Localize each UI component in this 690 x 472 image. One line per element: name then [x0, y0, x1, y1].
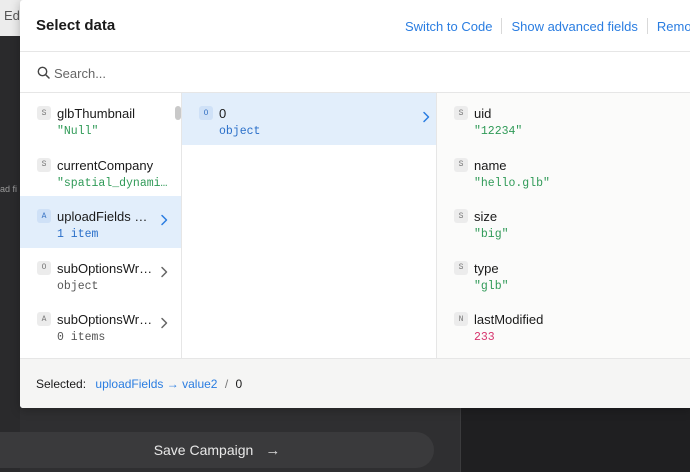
divider	[501, 18, 503, 34]
field-name: size	[474, 209, 498, 224]
type-badge: O	[37, 260, 51, 275]
data-field-item[interactable]: Stype "glb"	[437, 248, 690, 300]
data-field-item[interactable]: NlastModified 233	[437, 299, 690, 351]
select-data-modal: Select data Switch to Code Show advanced…	[20, 0, 690, 408]
data-field-item[interactable]: SglbThumbnail "Null"	[20, 93, 181, 145]
type-badge: S	[37, 106, 51, 120]
field-name: uploadFields …	[57, 209, 148, 224]
search-input[interactable]	[54, 62, 654, 84]
field-value: "spatial_dynami…	[57, 176, 168, 190]
search-bar	[20, 52, 690, 93]
field-name: glbThumbnail	[57, 106, 136, 121]
field-name: subOptionsWr…	[57, 312, 153, 327]
field-name: type	[474, 260, 499, 276]
arrow-right-icon: →	[265, 441, 281, 459]
selected-label: Selected:	[36, 377, 87, 391]
field-value: 0 items	[57, 331, 106, 344]
data-field-item[interactable]: Sname "hello.glb"	[437, 145, 690, 197]
field-value: "glb"	[474, 279, 509, 293]
data-field-item[interactable]: O 0 object	[182, 93, 436, 145]
type-badge: O	[199, 106, 213, 120]
selected-path-link[interactable]: uploadFields → value2	[95, 377, 217, 391]
selection-footer: Selected: uploadFields → value2 / 0	[20, 358, 690, 408]
field-value: "big"	[474, 228, 509, 241]
type-badge: A	[37, 209, 51, 223]
field-value: object	[57, 279, 99, 293]
data-field-item[interactable]: ScurrentCompany "spatial_dynami…	[20, 145, 181, 197]
type-badge: S	[454, 260, 468, 275]
chevron-right-icon	[161, 266, 168, 277]
field-name: currentCompany	[57, 157, 154, 173]
save-campaign-label: Save Campaign	[153, 442, 254, 458]
field-value: "Null"	[57, 125, 99, 138]
data-field-item[interactable]: AuploadFields … 1 item	[20, 196, 181, 248]
selection-summary: Selected: uploadFields → value2 / 0	[36, 377, 242, 391]
field-value: 233	[474, 331, 495, 344]
type-badge: S	[454, 106, 468, 120]
data-field-item[interactable]: OsubOptionsWr… object	[20, 248, 181, 300]
modal-title: Select data	[36, 17, 116, 34]
field-name: lastModified	[474, 312, 544, 327]
column-root[interactable]: SglbThumbnail "Null" ScurrentCompany "spati…	[20, 93, 182, 358]
type-badge: S	[454, 157, 468, 172]
type-badge: S	[454, 209, 468, 223]
modal-header: Select data Switch to Code Show advanced…	[20, 0, 690, 52]
field-name: name	[474, 157, 507, 173]
type-badge: A	[37, 312, 51, 326]
type-badge: S	[37, 157, 51, 172]
column-item-fields[interactable]: Suid "12234" Sname "hello.glb" Ssize "big" Sty…	[437, 93, 690, 358]
field-value: "12234"	[474, 125, 523, 138]
chevron-right-icon	[161, 214, 168, 226]
column-upload-fields[interactable]: O 0 object	[182, 93, 437, 358]
chevron-right-icon	[423, 111, 430, 123]
data-field-item[interactable]: Ssize "big"	[437, 196, 690, 248]
selected-index: 0	[235, 377, 243, 391]
field-value: object	[219, 125, 261, 138]
field-name: uid	[474, 106, 492, 121]
data-field-item[interactable]: Suid "12234"	[437, 93, 690, 145]
field-value: 1 item	[57, 228, 99, 241]
remove-link[interactable]: Remo	[657, 19, 690, 34]
divider	[646, 18, 648, 34]
editor-left-panel: ad fi	[0, 36, 20, 472]
type-badge: N	[454, 312, 468, 326]
field-value: "hello.glb"	[474, 176, 550, 190]
switch-to-code-link[interactable]: Switch to Code	[405, 19, 492, 34]
path-separator: /	[224, 377, 229, 391]
show-advanced-fields-link[interactable]: Show advanced fields	[511, 19, 637, 34]
field-name: subOptionsWr…	[57, 260, 153, 276]
search-icon	[37, 66, 50, 79]
header-actions: Switch to Code Show advanced fields Remo	[405, 18, 690, 34]
data-field-item[interactable]: AsubOptionsWr… 0 items	[20, 299, 181, 351]
save-campaign-button[interactable]: Save Campaign →	[0, 432, 434, 468]
chevron-right-icon	[161, 317, 168, 329]
editor-left-text-fragment: ad fi	[0, 184, 18, 194]
data-columns: SglbThumbnail "Null" ScurrentCompany "spati…	[20, 93, 690, 358]
field-name: 0	[219, 106, 227, 121]
